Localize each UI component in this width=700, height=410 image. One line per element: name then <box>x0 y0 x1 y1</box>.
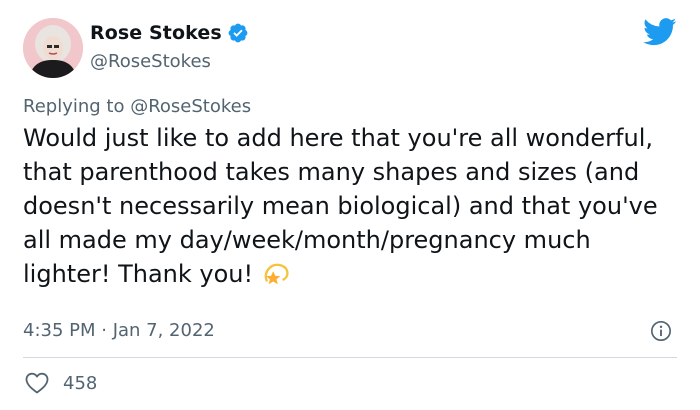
tweet-card: Rose Stokes @RoseStokes Replying to @Ros… <box>0 0 700 410</box>
like-count: 458 <box>63 372 98 394</box>
replying-to-handle-link[interactable]: @RoseStokes <box>130 96 251 117</box>
replying-to-label: Replying to <box>23 96 125 117</box>
author-handle[interactable]: @RoseStokes <box>90 51 211 72</box>
dizzy-star-icon <box>264 263 289 285</box>
twitter-bird-icon[interactable] <box>643 18 677 46</box>
tweet-text-block: Would just like to add here that you're … <box>23 121 683 291</box>
divider <box>23 357 677 358</box>
avatar-photo <box>23 18 83 78</box>
tweet-timestamp[interactable]: 4:35 PM · Jan 7, 2022 <box>23 320 215 341</box>
avatar[interactable] <box>23 18 83 78</box>
info-icon[interactable] <box>650 320 672 342</box>
verified-badge-icon <box>228 23 248 43</box>
tweet-text: Would just like to add here that you're … <box>23 124 658 288</box>
heart-icon[interactable] <box>25 372 49 394</box>
like-button[interactable]: 458 <box>25 372 97 394</box>
replying-to-line: Replying to @RoseStokes <box>23 96 251 117</box>
author-display-name[interactable]: Rose Stokes <box>90 22 222 44</box>
author-name-row[interactable]: Rose Stokes <box>90 22 249 44</box>
